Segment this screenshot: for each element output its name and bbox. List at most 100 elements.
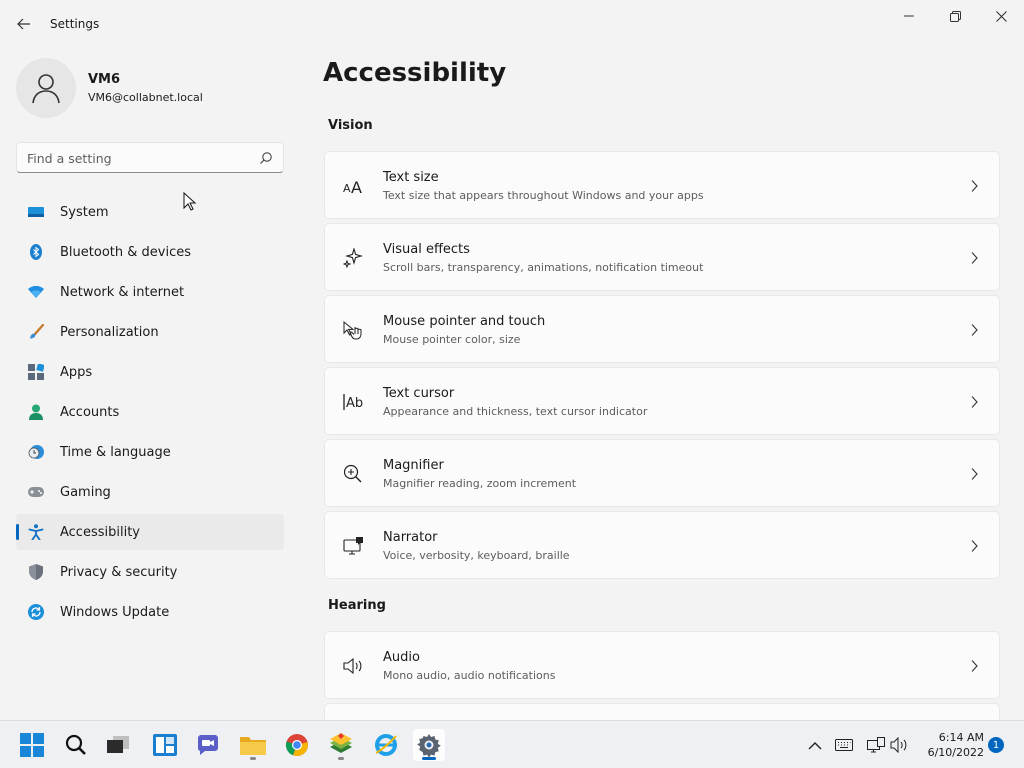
card-description: Magnifier reading, zoom increment: [383, 477, 577, 490]
bluestacks-button[interactable]: [325, 729, 357, 761]
maximize-button[interactable]: [932, 4, 978, 28]
sidebar-item-privacy-security[interactable]: Privacy & security: [16, 554, 284, 590]
search-input[interactable]: [27, 149, 247, 167]
chrome-icon: [285, 734, 308, 757]
widgets-icon: [153, 734, 177, 756]
sidebar-item-label: Time & language: [60, 444, 171, 460]
keyboard-layout-button[interactable]: [833, 735, 855, 755]
volume-button[interactable]: [889, 735, 911, 755]
card-audio[interactable]: Audio Mono audio, audio notifications: [324, 631, 1000, 699]
sidebar-item-network[interactable]: Network & internet: [16, 274, 284, 310]
card-magnifier[interactable]: Magnifier Magnifier reading, zoom increm…: [324, 439, 1000, 507]
sidebar-item-time-language[interactable]: Time & language: [16, 434, 284, 470]
search-icon[interactable]: [259, 151, 273, 165]
card-title: Text cursor: [383, 386, 455, 401]
sidebar-item-windows-update[interactable]: Windows Update: [16, 594, 284, 630]
card-text-cursor[interactable]: Ab Text cursor Appearance and thickness,…: [324, 367, 1000, 435]
user-profile[interactable]: VM6 VM6@collabnet.local: [16, 58, 276, 118]
active-app-indicator: [422, 757, 436, 760]
search-icon: [65, 734, 86, 755]
pointer-touch-icon: [343, 320, 363, 340]
settings-taskbar-button[interactable]: [413, 729, 445, 761]
app-title: Settings: [50, 17, 100, 31]
back-button[interactable]: [10, 10, 38, 38]
folder-icon: [240, 737, 266, 755]
minimize-button[interactable]: [886, 4, 932, 28]
task-view-button[interactable]: [102, 729, 134, 761]
taskbar-search-button[interactable]: [60, 729, 92, 761]
network-status-button[interactable]: [865, 735, 887, 755]
text-size-icon: AA: [343, 176, 363, 196]
card-visual-effects[interactable]: Visual effects Scroll bars, transparency…: [324, 223, 1000, 291]
accessibility-icon: [28, 524, 44, 540]
sidebar-item-gaming[interactable]: Gaming: [16, 474, 284, 510]
sidebar-item-accessibility[interactable]: Accessibility: [16, 514, 284, 550]
running-indicator: [338, 757, 344, 760]
section-title-hearing: Hearing: [328, 598, 386, 613]
chrome-button[interactable]: [281, 729, 313, 761]
chevron-right-icon: [971, 324, 978, 336]
user-name: VM6: [88, 72, 121, 87]
sidebar-item-apps[interactable]: Apps: [16, 354, 284, 390]
card-mouse-pointer-touch[interactable]: Mouse pointer and touch Mouse pointer co…: [324, 295, 1000, 363]
title-bar: Settings: [0, 0, 1024, 48]
avatar: [16, 58, 76, 118]
svg-text:Ab: Ab: [346, 396, 363, 411]
text-cursor-icon: Ab: [343, 392, 363, 412]
sidebar-item-label: Privacy & security: [60, 564, 178, 580]
file-explorer-button[interactable]: [237, 729, 269, 761]
card-partial[interactable]: [324, 703, 1000, 720]
close-icon: [995, 10, 1007, 22]
keyboard-icon: [835, 739, 853, 751]
card-title: Audio: [383, 650, 420, 665]
card-title: Visual effects: [383, 242, 470, 257]
sparkle-icon: [343, 248, 363, 268]
running-indicator: [250, 757, 256, 760]
chevron-right-icon: [971, 252, 978, 264]
close-button[interactable]: [978, 4, 1024, 28]
sidebar-nav: System Bluetooth & devices Network & int…: [16, 194, 284, 634]
sidebar-item-label: Apps: [60, 364, 93, 380]
back-arrow-icon: [17, 18, 30, 30]
chat-button[interactable]: [192, 729, 224, 761]
sidebar-item-bluetooth[interactable]: Bluetooth & devices: [16, 234, 284, 270]
internet-explorer-icon: [375, 734, 397, 756]
card-description: Mono audio, audio notifications: [383, 669, 556, 682]
card-text-size[interactable]: AA Text size Text size that appears thro…: [324, 151, 1000, 219]
card-narrator[interactable]: Narrator Voice, verbosity, keyboard, bra…: [324, 511, 1000, 579]
sidebar-item-system[interactable]: System: [16, 194, 284, 230]
apps-icon: [28, 364, 44, 380]
magnifier-icon: [343, 464, 363, 484]
sidebar-item-label: Network & internet: [60, 284, 185, 300]
person-icon: [28, 404, 44, 420]
card-description: Text size that appears throughout Window…: [383, 189, 704, 202]
notification-badge[interactable]: 1: [988, 737, 1004, 753]
sidebar-item-label: Accessibility: [60, 524, 140, 540]
svg-text:A: A: [351, 178, 362, 194]
minimize-icon: [904, 15, 914, 17]
search-box[interactable]: [16, 142, 284, 173]
start-button[interactable]: [16, 729, 48, 761]
internet-explorer-button[interactable]: [370, 729, 402, 761]
card-title: Text size: [383, 170, 439, 185]
restore-icon: [949, 10, 961, 22]
system-clock[interactable]: 6:14 AM 6/10/2022: [916, 730, 984, 760]
sidebar-item-accounts[interactable]: Accounts: [16, 394, 284, 430]
settings-window: Settings VM6 VM6@collabnet.local System …: [0, 0, 1024, 720]
svg-text:A: A: [343, 182, 351, 194]
card-description: Voice, verbosity, keyboard, braille: [383, 549, 570, 562]
chat-icon: [197, 735, 218, 755]
wifi-icon: [28, 284, 44, 300]
bluestacks-icon: [330, 733, 352, 753]
sidebar-item-label: System: [60, 204, 109, 220]
sidebar-item-personalization[interactable]: Personalization: [16, 314, 284, 350]
show-hidden-icons-button[interactable]: [804, 735, 826, 755]
sidebar-item-label: Bluetooth & devices: [60, 244, 191, 260]
speaker-icon: [343, 656, 363, 676]
page-title: Accessibility: [323, 58, 507, 88]
person-avatar-icon: [32, 74, 60, 104]
task-view-icon: [107, 736, 129, 753]
widgets-button[interactable]: [149, 729, 181, 761]
sidebar-item-label: Personalization: [60, 324, 159, 340]
chevron-right-icon: [971, 180, 978, 192]
